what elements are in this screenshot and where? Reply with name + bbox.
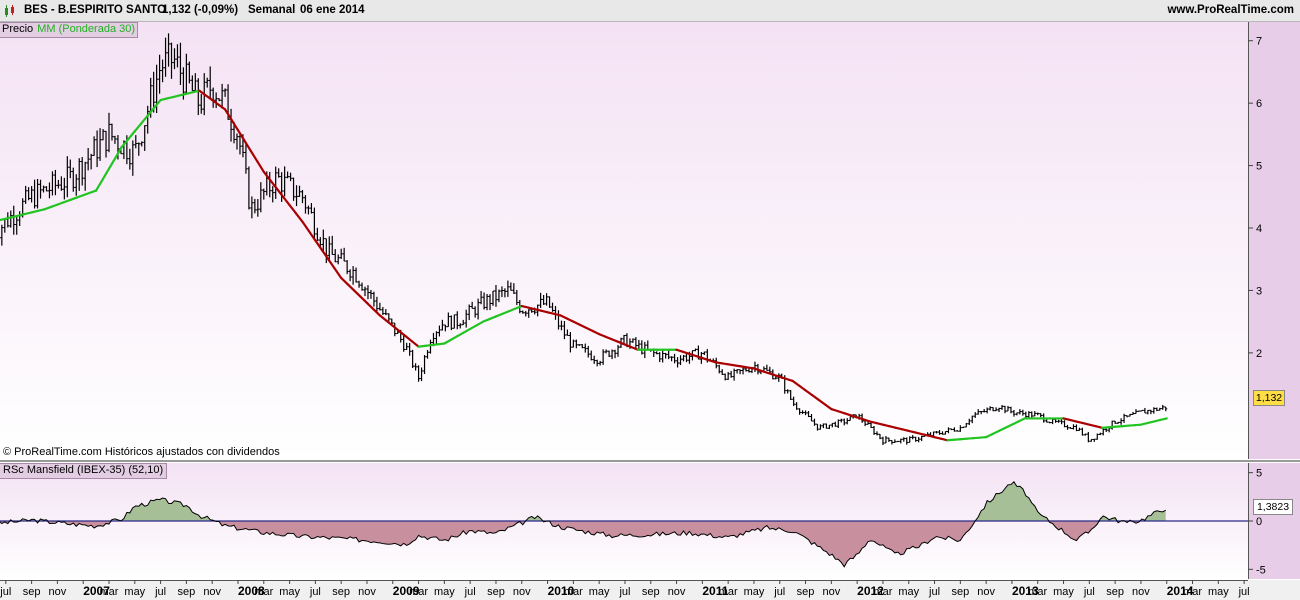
rsc-legend[interactable]: RSc Mansfield (IBEX-35) (52,10)	[0, 463, 168, 479]
site-link[interactable]: www.ProRealTime.com	[1167, 4, 1294, 16]
x-month-label: jul	[464, 586, 476, 598]
rsc-y-tick-label: 5	[1256, 468, 1262, 480]
x-month-label: jul	[1083, 586, 1095, 598]
price-panel-background	[0, 22, 1248, 459]
x-month-label: sep	[487, 586, 505, 598]
x-month-label: sep	[642, 586, 660, 598]
x-month-label: nov	[977, 586, 995, 598]
x-month-label: may	[434, 586, 455, 598]
x-month-label: may	[279, 586, 300, 598]
last-value: 1,132 (-0,09%)	[162, 4, 239, 16]
last-price-tag: 1,132	[1253, 390, 1285, 406]
rsc-y-tick-label: 0	[1256, 516, 1262, 528]
x-month-label: nov	[49, 586, 67, 598]
x-month-label: jul	[309, 586, 321, 598]
x-month-label: jul	[0, 586, 11, 598]
price-y-tick-label: 2	[1256, 348, 1262, 360]
x-month-label: may	[124, 586, 145, 598]
rsc-value-tag: 1,3823	[1253, 499, 1293, 515]
price-y-tick-label: 5	[1256, 161, 1262, 173]
x-month-label: may	[589, 586, 610, 598]
x-month-label: mar	[409, 586, 428, 598]
x-month-label: may	[1208, 586, 1229, 598]
period-label: Semanal	[248, 4, 296, 16]
x-month-label: mar	[719, 586, 738, 598]
x-month-label: nov	[668, 586, 686, 598]
x-month-label: jul	[618, 586, 630, 598]
legend-ma[interactable]: MM (Ponderada 30)	[35, 23, 137, 35]
rsc-y-tick-label: -5	[1256, 564, 1266, 576]
chart-canvas: 765432 50-5 jul sep nov 2007mar may jul sep nov…	[0, 22, 1300, 600]
x-month-label: nov	[358, 586, 376, 598]
x-month-label: sep	[1106, 586, 1124, 598]
x-month-label: sep	[951, 586, 969, 598]
copyright-note: © ProRealTime.com Históricos ajustados c…	[3, 446, 280, 458]
x-month-label: sep	[797, 586, 815, 598]
x-month-label: may	[744, 586, 765, 598]
x-month-label: jul	[1238, 586, 1250, 598]
x-month-label: sep	[178, 586, 196, 598]
x-month-label: mar	[254, 586, 273, 598]
price-y-tick-label: 6	[1256, 98, 1262, 110]
x-month-label: sep	[23, 586, 41, 598]
price-y-tick-label: 7	[1256, 36, 1262, 48]
x-month-label: nov	[513, 586, 531, 598]
x-month-label: mar	[1028, 586, 1047, 598]
date-label: 06 ene 2014	[300, 4, 365, 16]
x-month-label: mar	[564, 586, 583, 598]
symbol-title: BES - B.ESPIRITO SANTO	[24, 4, 167, 16]
x-month-label: sep	[332, 586, 350, 598]
legend-price[interactable]: Precio	[0, 23, 35, 35]
title-bar: BES - B.ESPIRITO SANTO 1,132 (-0,09%) Se…	[0, 0, 1300, 22]
x-month-label: mar	[1183, 586, 1202, 598]
x-month-label: mar	[873, 586, 892, 598]
x-month-label: jul	[154, 586, 166, 598]
price-y-tick-label: 4	[1256, 223, 1262, 235]
x-month-label: nov	[1132, 586, 1150, 598]
x-month-label: nov	[822, 586, 840, 598]
x-month-label: mar	[100, 586, 119, 598]
ma-segment-rising	[1159, 417, 1168, 422]
price-y-tick-label: 3	[1256, 285, 1262, 297]
x-month-label: jul	[928, 586, 940, 598]
x-month-label: nov	[203, 586, 221, 598]
candlestick-logo-icon	[4, 5, 18, 20]
x-month-label: may	[898, 586, 919, 598]
x-month-label: may	[1053, 586, 1074, 598]
price-legend: Precio MM (Ponderada 30)	[0, 22, 139, 38]
x-month-label: jul	[773, 586, 785, 598]
